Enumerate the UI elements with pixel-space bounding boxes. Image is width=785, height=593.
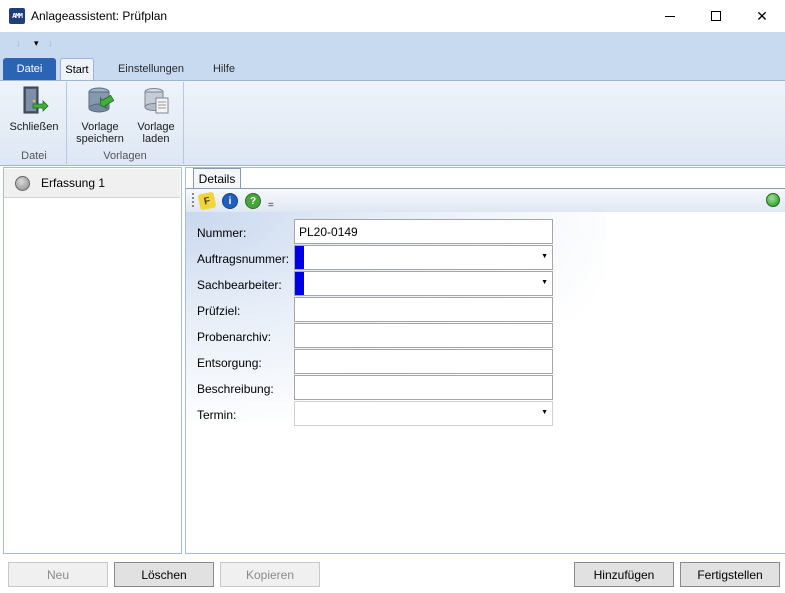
- load-template-label-2: laden: [142, 133, 170, 145]
- help-icon[interactable]: ?: [245, 193, 261, 209]
- save-template-icon: [85, 84, 115, 118]
- close-ribbon-label: Schließen: [9, 121, 59, 133]
- details-toolbar: [186, 188, 785, 212]
- maximize-icon: [711, 11, 721, 21]
- undo-arrow-icon[interactable]: ↓: [16, 38, 21, 48]
- field-label-entsorgung: Entsorgung:: [197, 356, 262, 370]
- ribbon-group-vorlagen: Vorlagen: [103, 150, 147, 162]
- save-template-button[interactable]: Vorlage speichern: [73, 84, 127, 145]
- nummer-field[interactable]: PL20-0149: [294, 219, 553, 244]
- maximize-button[interactable]: [693, 0, 739, 32]
- finish-button[interactable]: Fertigstellen: [680, 562, 780, 587]
- title-bar: AMM Anlageassistent: Prüfplan ✕: [0, 0, 785, 32]
- close-icon: ✕: [756, 7, 768, 24]
- field-label-pruefziel: Prüfziel:: [197, 304, 241, 318]
- quick-access-toolbar: [0, 32, 785, 58]
- termin-dropdown[interactable]: [294, 401, 553, 426]
- probenarchiv-field[interactable]: [294, 323, 553, 348]
- field-label-probenarchiv: Probenarchiv:: [197, 330, 272, 344]
- required-marker: [295, 246, 304, 269]
- list-item-label: Erfassung 1: [41, 176, 106, 190]
- qat-separator-icon: ↓: [48, 38, 53, 48]
- tab-start[interactable]: Start: [60, 58, 94, 80]
- beschreibung-field[interactable]: [294, 375, 553, 400]
- status-circle-icon: [15, 175, 30, 191]
- customize-dropdown-icon[interactable]: ▾: [34, 38, 39, 49]
- info-icon[interactable]: i: [222, 193, 238, 209]
- load-template-icon: [141, 84, 171, 118]
- exit-door-icon: [19, 84, 49, 118]
- field-label-beschreibung: Beschreibung:: [197, 382, 274, 396]
- required-marker: [295, 272, 304, 295]
- app-icon: AMM: [9, 8, 25, 24]
- pruefziel-field[interactable]: [294, 297, 553, 322]
- auftragsnummer-dropdown[interactable]: [294, 245, 553, 270]
- field-label-sachbearbeiter: Sachbearbeiter:: [197, 278, 282, 292]
- toolbar-grip-icon[interactable]: [192, 193, 194, 207]
- minimize-button[interactable]: [647, 0, 693, 32]
- ribbon-group-datei: Datei: [21, 150, 47, 162]
- load-template-label-1: Vorlage: [137, 121, 175, 133]
- window-title: Anlageassistent: Prüfplan: [31, 9, 168, 23]
- add-button[interactable]: Hinzufügen: [574, 562, 674, 587]
- minimize-icon: [665, 15, 675, 17]
- tab-details[interactable]: Details: [193, 168, 241, 188]
- tab-hilfe[interactable]: Hilfe: [206, 58, 242, 80]
- entsorgung-field[interactable]: [294, 349, 553, 374]
- close-ribbon-button[interactable]: Schließen: [9, 84, 59, 133]
- copy-button[interactable]: Kopieren: [220, 562, 320, 587]
- save-template-label-1: Vorlage: [81, 121, 119, 133]
- tab-datei[interactable]: Datei: [3, 58, 56, 80]
- tab-einstellungen[interactable]: Einstellungen: [112, 58, 190, 80]
- delete-button[interactable]: Löschen: [114, 562, 214, 587]
- field-label-auftragsnummer: Auftragsnummer:: [197, 252, 290, 266]
- field-label-termin: Termin:: [197, 408, 237, 422]
- capture-list-panel: [3, 167, 182, 554]
- field-label-nummer: Nummer:: [197, 226, 247, 240]
- ribbon-group-separator: [183, 82, 184, 164]
- load-template-button[interactable]: Vorlage laden: [133, 84, 179, 145]
- new-button[interactable]: Neu: [8, 562, 108, 587]
- formula-icon[interactable]: F: [197, 191, 217, 211]
- list-item[interactable]: Erfassung 1: [4, 169, 180, 198]
- toolbar-overflow-icon[interactable]: =: [268, 200, 274, 211]
- sachbearbeiter-dropdown[interactable]: [294, 271, 553, 296]
- close-button[interactable]: ✕: [739, 0, 785, 32]
- status-led-icon: [766, 193, 780, 207]
- save-template-label-2: speichern: [76, 133, 124, 145]
